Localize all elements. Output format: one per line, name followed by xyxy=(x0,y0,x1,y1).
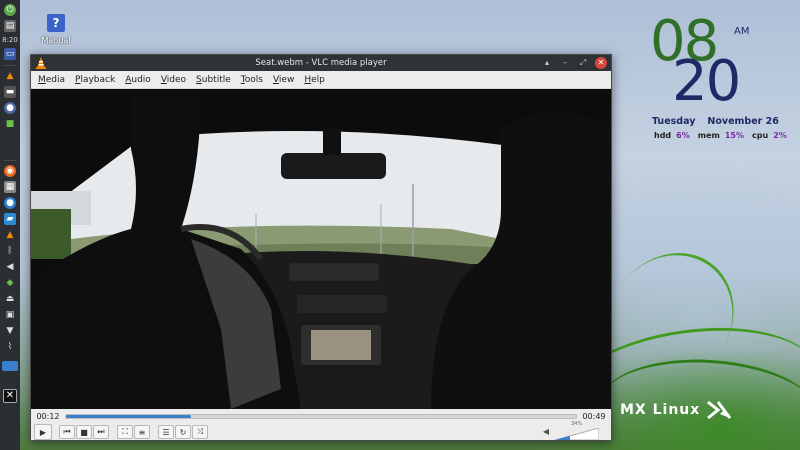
mx-menu-icon[interactable]: ✕ xyxy=(3,389,17,403)
volume-icon[interactable]: ◀ xyxy=(4,261,16,273)
seek-progress xyxy=(66,414,191,418)
shuffle-button[interactable]: ⤨ xyxy=(192,425,208,439)
menu-media[interactable]: Media xyxy=(33,75,70,85)
vlc-cone-icon xyxy=(36,57,46,69)
menu-subtitle[interactable]: Subtitle xyxy=(191,75,236,85)
desktop-icon-label: Manual xyxy=(41,36,71,45)
panel-separator xyxy=(3,160,17,161)
workspace-icon[interactable] xyxy=(2,361,18,371)
seek-slider[interactable] xyxy=(65,413,577,419)
clock-date: Tuesday November 26 xyxy=(652,116,779,127)
playback-controls: ▶ ⏮ ■ ⏭ ⛶ ≡ ☰ ↻ ⤨ ◀ 34% xyxy=(31,421,611,441)
elapsed-time: 00:12 xyxy=(36,411,60,421)
clock-ampm: AM xyxy=(734,26,750,37)
close-button[interactable]: ✕ xyxy=(595,57,607,69)
maximize-button[interactable]: ⤢ xyxy=(577,57,589,69)
vlc-icon[interactable]: ▲ xyxy=(4,229,16,241)
menu-bar: Media Playback Audio Video Subtitle Tools View… xyxy=(31,71,611,89)
play-button[interactable]: ▶ xyxy=(34,424,52,440)
vlc-taskbar-icon[interactable]: ▲ xyxy=(4,70,16,82)
firefox-icon[interactable]: ◉ xyxy=(4,165,16,177)
video-area[interactable] xyxy=(31,89,611,409)
extended-settings-button[interactable]: ≡ xyxy=(134,425,150,439)
notes-icon[interactable]: ▤ xyxy=(4,20,16,32)
lock-icon[interactable]: ▣ xyxy=(4,309,16,321)
vlc-window[interactable]: Seat.webm - VLC media player ▴ – ⤢ ✕ Med… xyxy=(30,54,612,441)
stop-button[interactable]: ■ xyxy=(76,425,92,439)
panel-clock: 8:20 xyxy=(2,36,18,44)
chat-icon[interactable]: ▰ xyxy=(4,213,16,225)
logo-text: MX Linux xyxy=(620,402,701,418)
seek-bar: 00:12 00:49 xyxy=(31,409,611,423)
system-stats: hdd 6% mem 15% cpu 2% xyxy=(654,131,795,140)
menu-tools[interactable]: Tools xyxy=(236,75,268,85)
package-icon[interactable]: ■ xyxy=(4,118,16,130)
mx-linux-logo: MX Linux xyxy=(620,400,732,420)
thunderbird-icon[interactable]: ● xyxy=(4,197,16,209)
terminal-icon[interactable]: ▬ xyxy=(4,86,16,98)
volume-slider[interactable]: 34% xyxy=(554,421,600,441)
volume-percent: 34% xyxy=(571,421,583,427)
clock-day: November 26 xyxy=(707,116,779,127)
bluetooth-icon[interactable]: ᛒ xyxy=(4,245,16,257)
panel-separator xyxy=(3,65,17,66)
volume-control: ◀ 34% xyxy=(543,421,600,441)
speaker-icon[interactable]: ◀ xyxy=(543,427,549,436)
taskbar-panel: ⏻ ▤ 8:20 ▭ ▲ ▬ ● ■ ◉ ▦ ● ▰ ▲ ᛒ ◀ ◆ ⏏ ▣ ▼… xyxy=(0,0,20,450)
clip-icon[interactable]: ⌇ xyxy=(4,341,16,353)
window-controls: ▴ – ⤢ ✕ xyxy=(541,57,607,69)
mem-value: 15% xyxy=(724,131,745,140)
playlist-button[interactable]: ☰ xyxy=(158,425,174,439)
total-time: 00:49 xyxy=(582,411,606,421)
hdd-label: hdd xyxy=(654,131,672,140)
fullscreen-button[interactable]: ⛶ xyxy=(117,425,133,439)
video-frame xyxy=(31,89,611,409)
clock-weekday: Tuesday xyxy=(652,116,696,127)
cpu-value: 2% xyxy=(773,131,787,140)
power-icon[interactable]: ⏻ xyxy=(4,4,16,16)
cpu-label: cpu xyxy=(752,131,769,140)
hdd-value: 6% xyxy=(676,131,690,140)
network-icon[interactable]: ▼ xyxy=(4,325,16,337)
menu-video[interactable]: Video xyxy=(156,75,191,85)
desktop-icon-manual[interactable]: ? Manual xyxy=(38,14,74,45)
menu-audio[interactable]: Audio xyxy=(120,75,156,85)
minimize-button[interactable]: – xyxy=(559,57,571,69)
mem-label: mem xyxy=(697,131,720,140)
clock-minute: 20 xyxy=(672,49,741,114)
menu-help[interactable]: Help xyxy=(299,75,330,85)
conky-clock-widget: 08 AM 20 Tuesday November 26 hdd 6% mem 15% c… xyxy=(648,14,798,148)
next-button[interactable]: ⏭ xyxy=(93,425,109,439)
window-title: Seat.webm - VLC media player xyxy=(255,58,387,68)
menu-playback[interactable]: Playback xyxy=(70,75,120,85)
loop-button[interactable]: ↻ xyxy=(175,425,191,439)
menu-view[interactable]: View xyxy=(268,75,299,85)
settings-icon[interactable]: ● xyxy=(4,102,16,114)
help-icon: ? xyxy=(47,14,65,32)
mx-logo-icon xyxy=(707,400,732,420)
previous-button[interactable]: ⏮ xyxy=(59,425,75,439)
update-icon[interactable]: ◆ xyxy=(4,277,16,289)
window-icon[interactable]: ▭ xyxy=(4,48,16,60)
volume-triangle xyxy=(554,427,600,441)
files-icon[interactable]: ▦ xyxy=(4,181,16,193)
pin-icon[interactable]: ▴ xyxy=(541,57,553,69)
window-titlebar[interactable]: Seat.webm - VLC media player ▴ – ⤢ ✕ xyxy=(31,55,611,71)
eject-icon[interactable]: ⏏ xyxy=(4,293,16,305)
